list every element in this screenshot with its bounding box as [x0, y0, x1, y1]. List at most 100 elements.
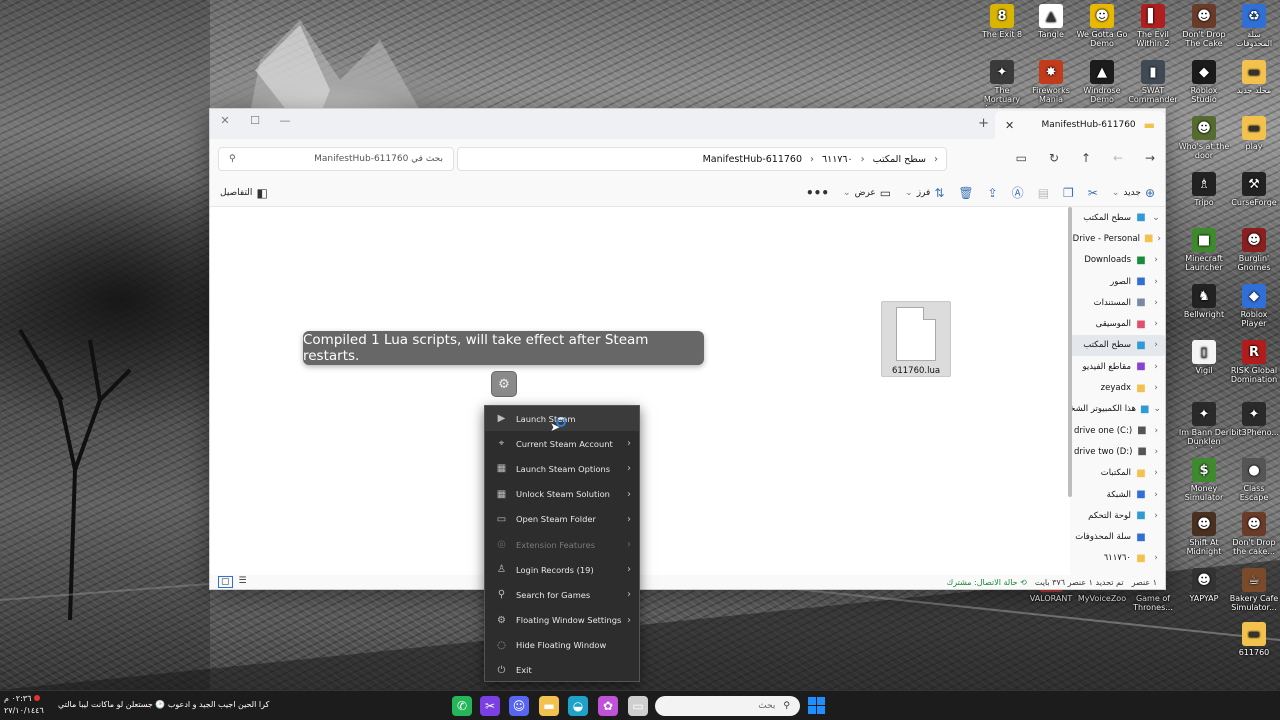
desktop-shortcut[interactable]: ▌ The Evil Within 2 [1127, 4, 1179, 48]
chevron-icon[interactable]: ‹ [1151, 383, 1161, 393]
desktop-shortcut[interactable]: ▬ 611760 [1228, 622, 1280, 657]
menu-item[interactable]: ⌖ Current Steam Account › [485, 431, 639, 456]
more-options-icon[interactable]: ••• [806, 186, 829, 200]
chevron-icon[interactable]: ‹ [1151, 553, 1161, 563]
breadcrumb-desktop[interactable]: سطح المكتب [873, 154, 926, 165]
nav-item[interactable]: ‹ ■ الشبكة [1070, 484, 1165, 505]
whatsapp-icon[interactable]: ✆ [452, 696, 472, 716]
chevron-icon[interactable]: ‹ [1151, 511, 1161, 521]
forward-arrow-icon[interactable]: ← [1113, 151, 1123, 165]
chevron-icon[interactable]: ‹ [1152, 426, 1161, 436]
tools-icon[interactable]: ✂ [480, 696, 500, 716]
nav-item[interactable]: ⌄■ هذا الكمبيوتر الشخصي [1070, 399, 1165, 420]
share-icon[interactable]: ⇪ [988, 186, 998, 200]
nav-item[interactable]: ‹ ■ الصور [1070, 271, 1165, 292]
chevron-icon[interactable]: ‹ [1157, 234, 1161, 244]
desktop-shortcut[interactable]: ▬ مجلد جديد [1228, 60, 1280, 95]
nav-item[interactable]: ‹ ■ مقاطع الفيديو [1070, 356, 1165, 377]
nav-item[interactable]: ‹ ■ لوحة التحكم [1070, 505, 1165, 526]
nav-item[interactable]: ‹ ■ Downloads [1070, 250, 1165, 271]
breadcrumb-611760[interactable]: ٦١١٧٦٠ [822, 154, 853, 165]
chevron-icon[interactable]: ‹ [1151, 255, 1161, 265]
nav-item[interactable]: ⌄ ■ سطح المكتب [1070, 207, 1165, 228]
nav-item[interactable]: ‹ ■ drive one (C:) [1070, 420, 1165, 441]
discord-icon[interactable]: ☺ [509, 696, 529, 716]
paste-icon[interactable]: ▤ [1038, 186, 1049, 200]
close-tab-icon[interactable]: ✕ [1005, 119, 1014, 132]
tab-manifesthub[interactable]: ▬ ManifestHub-611760 ✕ [995, 111, 1165, 139]
desktop-shortcut[interactable]: ☻ YAPYAP [1178, 568, 1230, 603]
close-window-icon[interactable]: ✕ [210, 114, 240, 127]
menu-item[interactable]: ⏻ Exit [485, 658, 639, 683]
file-explorer-icon[interactable]: ▬ [539, 696, 559, 716]
rename-icon[interactable]: Ⓐ [1012, 184, 1024, 201]
chevron-icon[interactable]: ‹ [1151, 340, 1161, 350]
maximize-window-icon[interactable]: ☐ [240, 114, 270, 127]
window-icon[interactable]: ▭ [628, 696, 648, 716]
desktop-shortcut[interactable]: ✦Im Bann Der Dunklen Jagd [1178, 402, 1230, 448]
desktop-shortcut[interactable]: ♗ Tripo [1178, 172, 1230, 207]
menu-item[interactable]: ▦ Launch Steam Options › [485, 456, 639, 481]
desktop-shortcut[interactable]: ■ Minecraft Launcher [1178, 228, 1230, 272]
desktop-shortcut[interactable]: R RISK Global Domination [1228, 340, 1280, 384]
nav-item[interactable]: ‹ ■ سطح المكتب [1070, 334, 1165, 357]
desktop-shortcut[interactable]: ◆ Roblox Studio [1178, 60, 1230, 104]
cut-icon[interactable]: ✂ [1088, 186, 1098, 200]
taskbar-search-input[interactable]: ⚲ بحث [655, 696, 800, 716]
tiles-view-icon[interactable]: ▢ [218, 576, 233, 588]
chevron-icon[interactable]: ‹ [1151, 468, 1161, 478]
up-arrow-icon[interactable]: ↑ [1081, 151, 1091, 165]
sort-button[interactable]: ⇅ فرز ⌄ [905, 186, 944, 200]
chevron-icon[interactable]: ⌄ [1153, 404, 1161, 414]
menu-item[interactable]: ♙ Login Records (19) › [485, 557, 639, 582]
edge-icon[interactable]: ◒ [568, 696, 588, 716]
menu-item[interactable]: ▭ Open Steam Folder › [485, 507, 639, 532]
chevron-icon[interactable]: ‹ [1151, 319, 1161, 329]
nav-item[interactable]: ‹ ■ zeyadx [1070, 377, 1165, 398]
file-item-lua[interactable]: 611760.lua [881, 301, 951, 377]
chevron-icon[interactable]: ‹ [1151, 490, 1161, 500]
desktop-shortcut[interactable]: ◆ Roblox Player [1228, 284, 1280, 328]
new-tab-icon[interactable]: + [978, 116, 989, 131]
desktop-shortcut[interactable]: 8 The Exit 8 [976, 4, 1028, 39]
breadcrumb[interactable]: ‹ سطح المكتب ‹ ٦١١٧٦٠ ‹ ManifestHub-6117… [457, 147, 947, 171]
scrollbar[interactable] [1068, 207, 1072, 497]
list-view-icon[interactable]: ☰ [239, 576, 247, 588]
monitor-icon[interactable]: ▭ [1016, 151, 1027, 165]
nav-item[interactable]: ■ سلة المحذوفات [1070, 526, 1165, 547]
menu-item[interactable]: ◌ Hide Floating Window [485, 633, 639, 658]
desktop-shortcut[interactable]: ✦The Mortuary Assistant [976, 60, 1028, 106]
chevron-icon[interactable]: ‹ [1151, 362, 1161, 372]
delete-icon[interactable]: 🗑 [958, 186, 973, 200]
search-input[interactable]: بحث في ManifestHub-611760 ⚲ [218, 147, 454, 171]
menu-item[interactable]: ⚙ Floating Window Settings › [485, 608, 639, 633]
breadcrumb-manifesthub[interactable]: ManifestHub-611760 [703, 154, 802, 165]
chevron-icon[interactable]: ‹ [1151, 277, 1161, 287]
desktop-shortcut[interactable]: ☕ Bakery Cafe Simulator... [1228, 568, 1280, 612]
nav-item[interactable]: ‹ ■ الموسيقى [1070, 313, 1165, 334]
desktop-shortcut[interactable]: ☻ We Gotta Go Demo [1076, 4, 1128, 48]
chevron-icon[interactable]: ‹ [1152, 447, 1161, 457]
steam-floating-icon[interactable]: ⚙ [491, 371, 517, 397]
desktop-shortcut[interactable]: ☻ Don't Drop the cake... [1228, 512, 1280, 556]
refresh-icon[interactable]: ↻ [1049, 151, 1059, 165]
desktop-shortcut[interactable]: ⚒ CurseForge [1228, 172, 1280, 207]
desktop-shortcut[interactable]: ☻ Don't Drop The Cake [1178, 4, 1230, 48]
desktop-shortcut[interactable]: ☻ Who's at the door [1178, 116, 1230, 160]
chevron-icon[interactable]: ⌄ [1151, 213, 1161, 223]
desktop-shortcut[interactable]: ✦ ibit3Pheno... [1228, 402, 1280, 437]
view-button[interactable]: ▭ عرض ⌄ [843, 186, 891, 200]
copy-icon[interactable]: ❐ [1063, 186, 1074, 200]
details-button[interactable]: ◧ التفاصيل [220, 186, 268, 200]
desktop-shortcut[interactable]: $ Money Simulator [1178, 458, 1230, 502]
desktop-shortcut[interactable]: ☻ Shift At Midnight [1178, 512, 1230, 556]
desktop-shortcut[interactable]: ● Class Escape [1228, 458, 1280, 502]
nav-item[interactable]: ‹■OneDrive - Personal [1070, 228, 1165, 249]
nav-item[interactable]: ‹ ■ المكتبات [1070, 463, 1165, 484]
minimize-window-icon[interactable]: — [270, 114, 300, 127]
desktop-shortcut[interactable]: ♻ سلة المحذوفات [1228, 4, 1280, 48]
desktop-shortcut[interactable]: ☻ Burglin' Gnomes [1228, 228, 1280, 272]
desktop-shortcut[interactable]: ▬ play [1228, 116, 1280, 151]
news-widget[interactable]: كرا الحين اجيب الجيد و ادعوب 🕑 جستعلن لو… [58, 700, 269, 709]
desktop-shortcut[interactable]: ✸ Fireworks Mania [1025, 60, 1077, 104]
